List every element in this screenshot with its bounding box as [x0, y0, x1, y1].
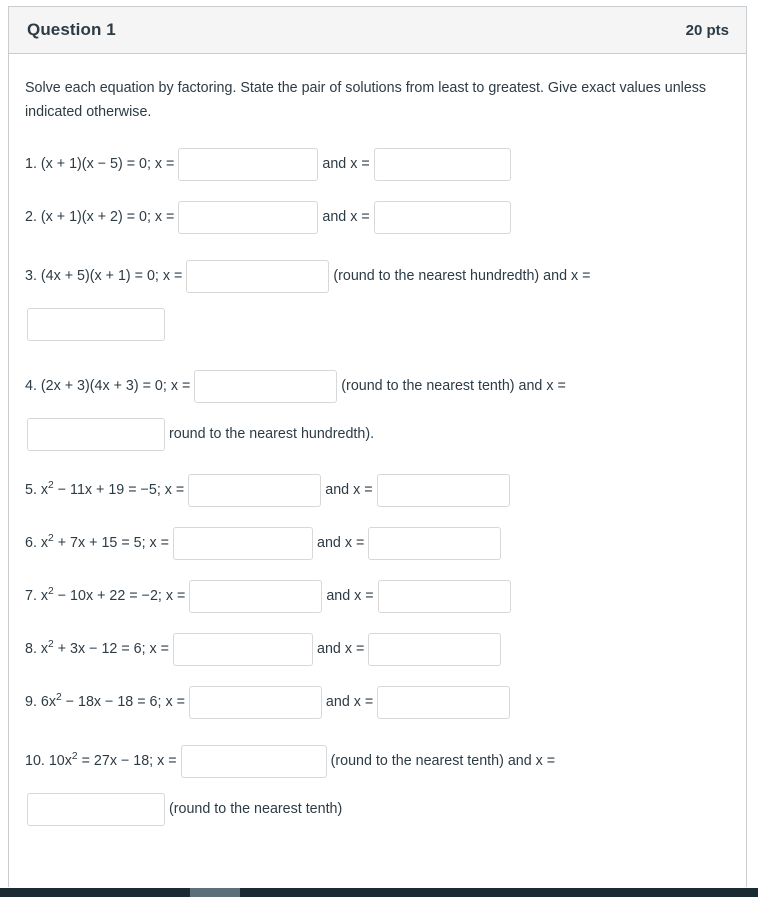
item-10-prompt: 10. 10x2 = 27x − 18; x =: [25, 751, 177, 769]
item-7-answer-1[interactable]: [189, 579, 323, 613]
question-item-10: 10. 10x2 = 27x − 18; x = (round to the ne…: [25, 737, 728, 833]
item-6-prompt: 6. x2 + 7x + 15 = 5; x =: [25, 533, 170, 551]
item-5-connector: and x =: [325, 482, 373, 498]
item-6-answer-1[interactable]: [173, 526, 314, 560]
item-7-answer-2[interactable]: [377, 579, 511, 613]
horizontal-scrollbar[interactable]: [0, 888, 758, 897]
item-9-answer-1[interactable]: [188, 685, 322, 719]
item-1-connector: and x =: [322, 156, 370, 172]
item-2-prompt: 2. (x + 1)(x + 2) = 0; x =: [25, 209, 175, 225]
item-4-connector: (round to the nearest tenth) and x =: [341, 378, 566, 394]
item-4-answer-2[interactable]: [27, 417, 165, 451]
item-8-prompt: 8. x2 + 3x − 12 = 6; x =: [25, 639, 170, 657]
item-1-answer-1[interactable]: [178, 147, 319, 181]
item-6-answer-2[interactable]: [368, 526, 502, 560]
item-7-prompt: 7. x2 − 10x + 22 = −2; x =: [25, 586, 186, 604]
question-item-1: 1. (x + 1)(x − 5) = 0; x = and x =: [25, 146, 728, 182]
question-points-badge: 20 pts: [685, 21, 729, 39]
item-5-prompt: 5. x2 − 11x + 19 = −5; x =: [25, 480, 185, 498]
question-header: Question 1 20 pts: [9, 7, 746, 54]
item-1-prompt: 1. (x + 1)(x − 5) = 0; x =: [25, 156, 175, 172]
item-4-tail: round to the nearest hundredth).: [169, 426, 375, 442]
item-9-prompt: 9. 6x2 − 18x − 18 = 6; x =: [25, 692, 185, 710]
item-9-answer-2[interactable]: [377, 685, 511, 719]
question-item-6: 6. x2 + 7x + 15 = 5; x = and x =: [25, 525, 728, 561]
item-8-connector: and x =: [317, 641, 365, 657]
item-10-answer-1[interactable]: [180, 744, 327, 778]
item-2-answer-1[interactable]: [178, 200, 319, 234]
item-2-connector: and x =: [322, 209, 370, 225]
item-10-tail: (round to the nearest tenth): [169, 801, 343, 817]
question-item-3: 3. (4x + 5)(x + 1) = 0; x = (round to the…: [25, 252, 728, 348]
question-item-2: 2. (x + 1)(x + 2) = 0; x = and x =: [25, 199, 728, 235]
item-8-answer-1[interactable]: [173, 632, 314, 666]
item-3-prompt: 3. (4x + 5)(x + 1) = 0; x =: [25, 268, 183, 284]
item-5-answer-2[interactable]: [376, 473, 510, 507]
item-4-answer-1[interactable]: [194, 369, 338, 403]
item-1-answer-2[interactable]: [373, 147, 511, 181]
item-10-connector: (round to the nearest tenth) and x =: [330, 753, 556, 769]
horizontal-scrollbar-thumb[interactable]: [190, 888, 240, 897]
item-10-answer-2[interactable]: [27, 792, 165, 826]
item-2-answer-2[interactable]: [373, 200, 511, 234]
question-card: Question 1 20 pts Solve each equation by…: [8, 6, 747, 887]
question-item-4: 4. (2x + 3)(4x + 3) = 0; x = (round to th…: [25, 362, 728, 458]
question-instructions: Solve each equation by factoring. State …: [25, 80, 707, 120]
page-title: Question 1: [27, 20, 116, 39]
item-5-answer-1[interactable]: [188, 473, 322, 507]
question-item-7: 7. x2 − 10x + 22 = −2; x = and x =: [25, 578, 728, 614]
item-3-connector: (round to the nearest hundredth) and x =: [333, 268, 591, 284]
question-body: Solve each equation by factoring. State …: [9, 54, 746, 887]
item-3-answer-1[interactable]: [186, 259, 330, 293]
question-item-5: 5. x2 − 11x + 19 = −5; x = and x =: [25, 472, 728, 508]
question-item-8: 8. x2 + 3x − 12 = 6; x = and x =: [25, 631, 728, 667]
item-9-connector: and x =: [325, 694, 374, 710]
question-item-9: 9. 6x2 − 18x − 18 = 6; x = and x =: [25, 684, 728, 720]
item-7-connector: and x =: [326, 588, 374, 604]
item-4-prompt: 4. (2x + 3)(4x + 3) = 0; x =: [25, 378, 191, 394]
item-3-answer-2[interactable]: [27, 307, 165, 341]
item-8-answer-2[interactable]: [368, 632, 502, 666]
item-6-connector: and x =: [317, 535, 365, 551]
